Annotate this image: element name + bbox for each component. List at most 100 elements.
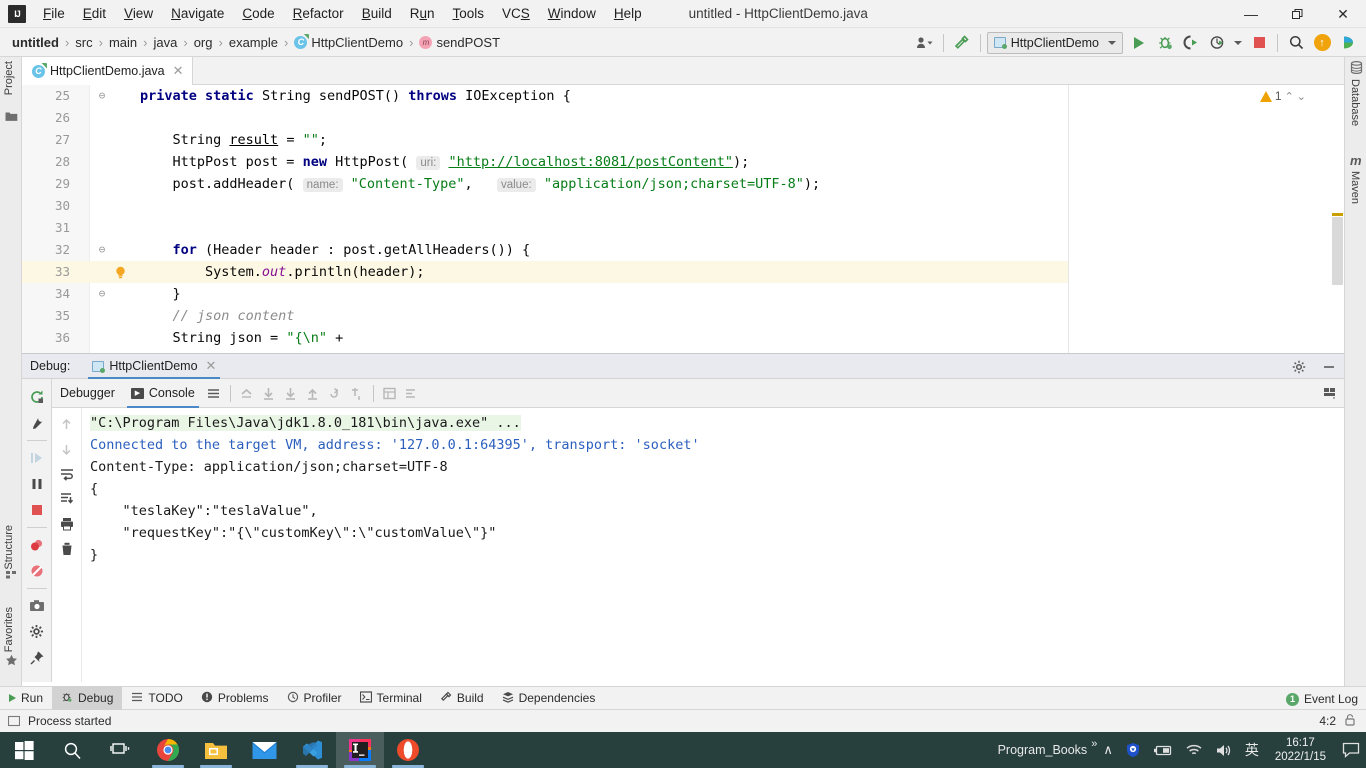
opera-icon[interactable] — [384, 732, 432, 768]
menu-item-run[interactable]: Run — [401, 0, 444, 28]
run-with-coverage-button[interactable] — [1179, 31, 1203, 55]
sort-icon[interactable] — [401, 382, 423, 404]
user-settings-icon[interactable] — [913, 31, 937, 55]
database-icon[interactable] — [1350, 61, 1363, 79]
tray-chevron-up-icon[interactable]: ∧ — [1097, 732, 1119, 768]
stop-button[interactable] — [1247, 31, 1271, 55]
show-execution-point-icon[interactable] — [236, 382, 258, 404]
menu-item-view[interactable]: View — [115, 0, 162, 28]
editor-scrollbar[interactable] — [1330, 85, 1344, 353]
project-folder-icon[interactable] — [5, 109, 18, 127]
hide-panel-icon[interactable] — [1318, 356, 1340, 378]
mute-breakpoints-icon[interactable] — [25, 559, 49, 583]
star-icon[interactable] — [5, 654, 18, 672]
menu-item-code[interactable]: Code — [233, 0, 283, 28]
sidebar-item-maven[interactable]: Maven — [1349, 171, 1361, 204]
toolwindow-button-todo[interactable]: TODO — [122, 686, 191, 710]
toolwindow-button-run[interactable]: Run — [0, 686, 52, 710]
volume-icon[interactable] — [1209, 732, 1239, 768]
step-over-icon[interactable] — [258, 382, 280, 404]
toolwindow-button-dependencies[interactable]: Dependencies — [493, 686, 605, 710]
ime-icon[interactable]: 英 — [1239, 732, 1265, 768]
search-everywhere-icon[interactable] — [1284, 31, 1308, 55]
shield-icon[interactable] — [1119, 732, 1147, 768]
screenshot-icon[interactable] — [25, 594, 49, 618]
debug-button[interactable] — [1153, 31, 1177, 55]
vscode-icon[interactable] — [288, 732, 336, 768]
sidebar-item-database[interactable]: Database — [1349, 79, 1361, 126]
toolwindow-button-profiler[interactable]: Profiler — [278, 686, 351, 710]
toolwindow-button-terminal[interactable]: Terminal — [351, 686, 431, 710]
mail-icon[interactable] — [240, 732, 288, 768]
profile-button[interactable] — [1205, 31, 1229, 55]
lock-icon[interactable] — [1344, 713, 1356, 729]
breadcrumb-main[interactable]: main — [105, 34, 141, 51]
chevron-down-icon[interactable] — [1231, 31, 1245, 55]
scrollbar-thumb[interactable] — [1332, 217, 1343, 285]
edit-configuration-icon[interactable] — [25, 411, 49, 435]
chrome-icon[interactable] — [144, 732, 192, 768]
view-breakpoints-icon[interactable] — [25, 533, 49, 557]
toolwindow-button-debug[interactable]: Debug — [52, 686, 123, 710]
event-log-button[interactable]: 1 Event Log — [1285, 687, 1366, 711]
notification-icon[interactable] — [1336, 732, 1366, 768]
console-output[interactable]: "C:\Program Files\Java\jdk1.8.0_181\bin\… — [82, 408, 1344, 682]
menu-item-build[interactable]: Build — [353, 0, 401, 28]
close-button[interactable]: ✕ — [1320, 0, 1366, 28]
step-into-icon[interactable] — [280, 382, 302, 404]
search-icon[interactable] — [48, 732, 96, 768]
pin-icon[interactable] — [25, 646, 49, 670]
inspection-widget[interactable]: 1 ⌃ ⌄ — [1259, 89, 1306, 103]
structure-icon[interactable] — [6, 567, 17, 585]
wifi-icon[interactable] — [1179, 732, 1209, 768]
sidebar-item-structure[interactable]: Structure — [3, 525, 15, 570]
run-to-cursor-icon[interactable] — [346, 382, 368, 404]
toolwindow-button-build[interactable]: Build — [431, 686, 493, 710]
console-scrollbar[interactable] — [1331, 408, 1344, 682]
rerun-icon[interactable] — [25, 385, 49, 409]
file-explorer-icon[interactable] — [192, 732, 240, 768]
share-icon[interactable] — [1336, 31, 1360, 55]
breadcrumb-untitled[interactable]: untitled — [8, 34, 63, 51]
menu-item-tools[interactable]: Tools — [444, 0, 494, 28]
maximize-button[interactable] — [1274, 0, 1320, 28]
maven-icon[interactable]: m — [1350, 153, 1362, 168]
debug-session-tab[interactable]: HttpClientDemo ✕ — [88, 353, 221, 379]
breadcrumb-class[interactable]: C HttpClientDemo — [290, 34, 407, 51]
run-configuration-selector[interactable]: HttpClientDemo — [986, 31, 1123, 54]
breadcrumb-src[interactable]: src — [71, 34, 96, 51]
intellij-idea-icon[interactable] — [336, 732, 384, 768]
print-icon[interactable] — [55, 512, 79, 536]
breadcrumb-method[interactable]: m sendPOST — [415, 34, 504, 51]
breadcrumb-org[interactable]: org — [190, 34, 217, 51]
soft-wrap-icon[interactable] — [55, 462, 79, 486]
clock[interactable]: 16:17 2022/1/15 — [1265, 732, 1336, 768]
menu-item-window[interactable]: Window — [539, 0, 605, 28]
tray-program-label[interactable]: Program_Books — [994, 743, 1092, 757]
menu-item-vcs[interactable]: VCS — [493, 0, 539, 28]
layout-settings-icon[interactable] — [1318, 381, 1340, 403]
layout-menu-icon[interactable] — [203, 382, 225, 404]
menu-item-file[interactable]: File — [34, 0, 74, 28]
menu-item-navigate[interactable]: Navigate — [162, 0, 233, 28]
scroll-down-icon[interactable] — [55, 437, 79, 461]
sidebar-item-favorites[interactable]: Favorites — [3, 607, 15, 652]
fold-icon[interactable]: ⊖ — [96, 85, 108, 107]
chevron-down-icon[interactable]: ⌄ — [1297, 90, 1306, 103]
step-out-icon[interactable] — [302, 382, 324, 404]
sidebar-item-project[interactable]: Project — [3, 61, 15, 95]
menu-item-refactor[interactable]: Refactor — [284, 0, 353, 28]
fold-icon[interactable]: ⊖ — [96, 239, 108, 261]
resume-program-icon[interactable] — [25, 446, 49, 470]
battery-icon[interactable] — [1147, 732, 1179, 768]
clear-all-icon[interactable] — [55, 537, 79, 561]
toolwindow-button-problems[interactable]: Problems — [192, 686, 278, 710]
tab-debugger[interactable]: Debugger — [52, 379, 123, 408]
menu-item-edit[interactable]: Edit — [74, 0, 115, 28]
evaluate-expression-icon[interactable] — [379, 382, 401, 404]
run-button[interactable] — [1127, 31, 1151, 55]
close-icon[interactable]: ✕ — [206, 358, 217, 374]
stop-icon[interactable] — [25, 498, 49, 522]
breadcrumb-example[interactable]: example — [225, 34, 282, 51]
caret-position[interactable]: 4:2 — [1319, 714, 1336, 728]
